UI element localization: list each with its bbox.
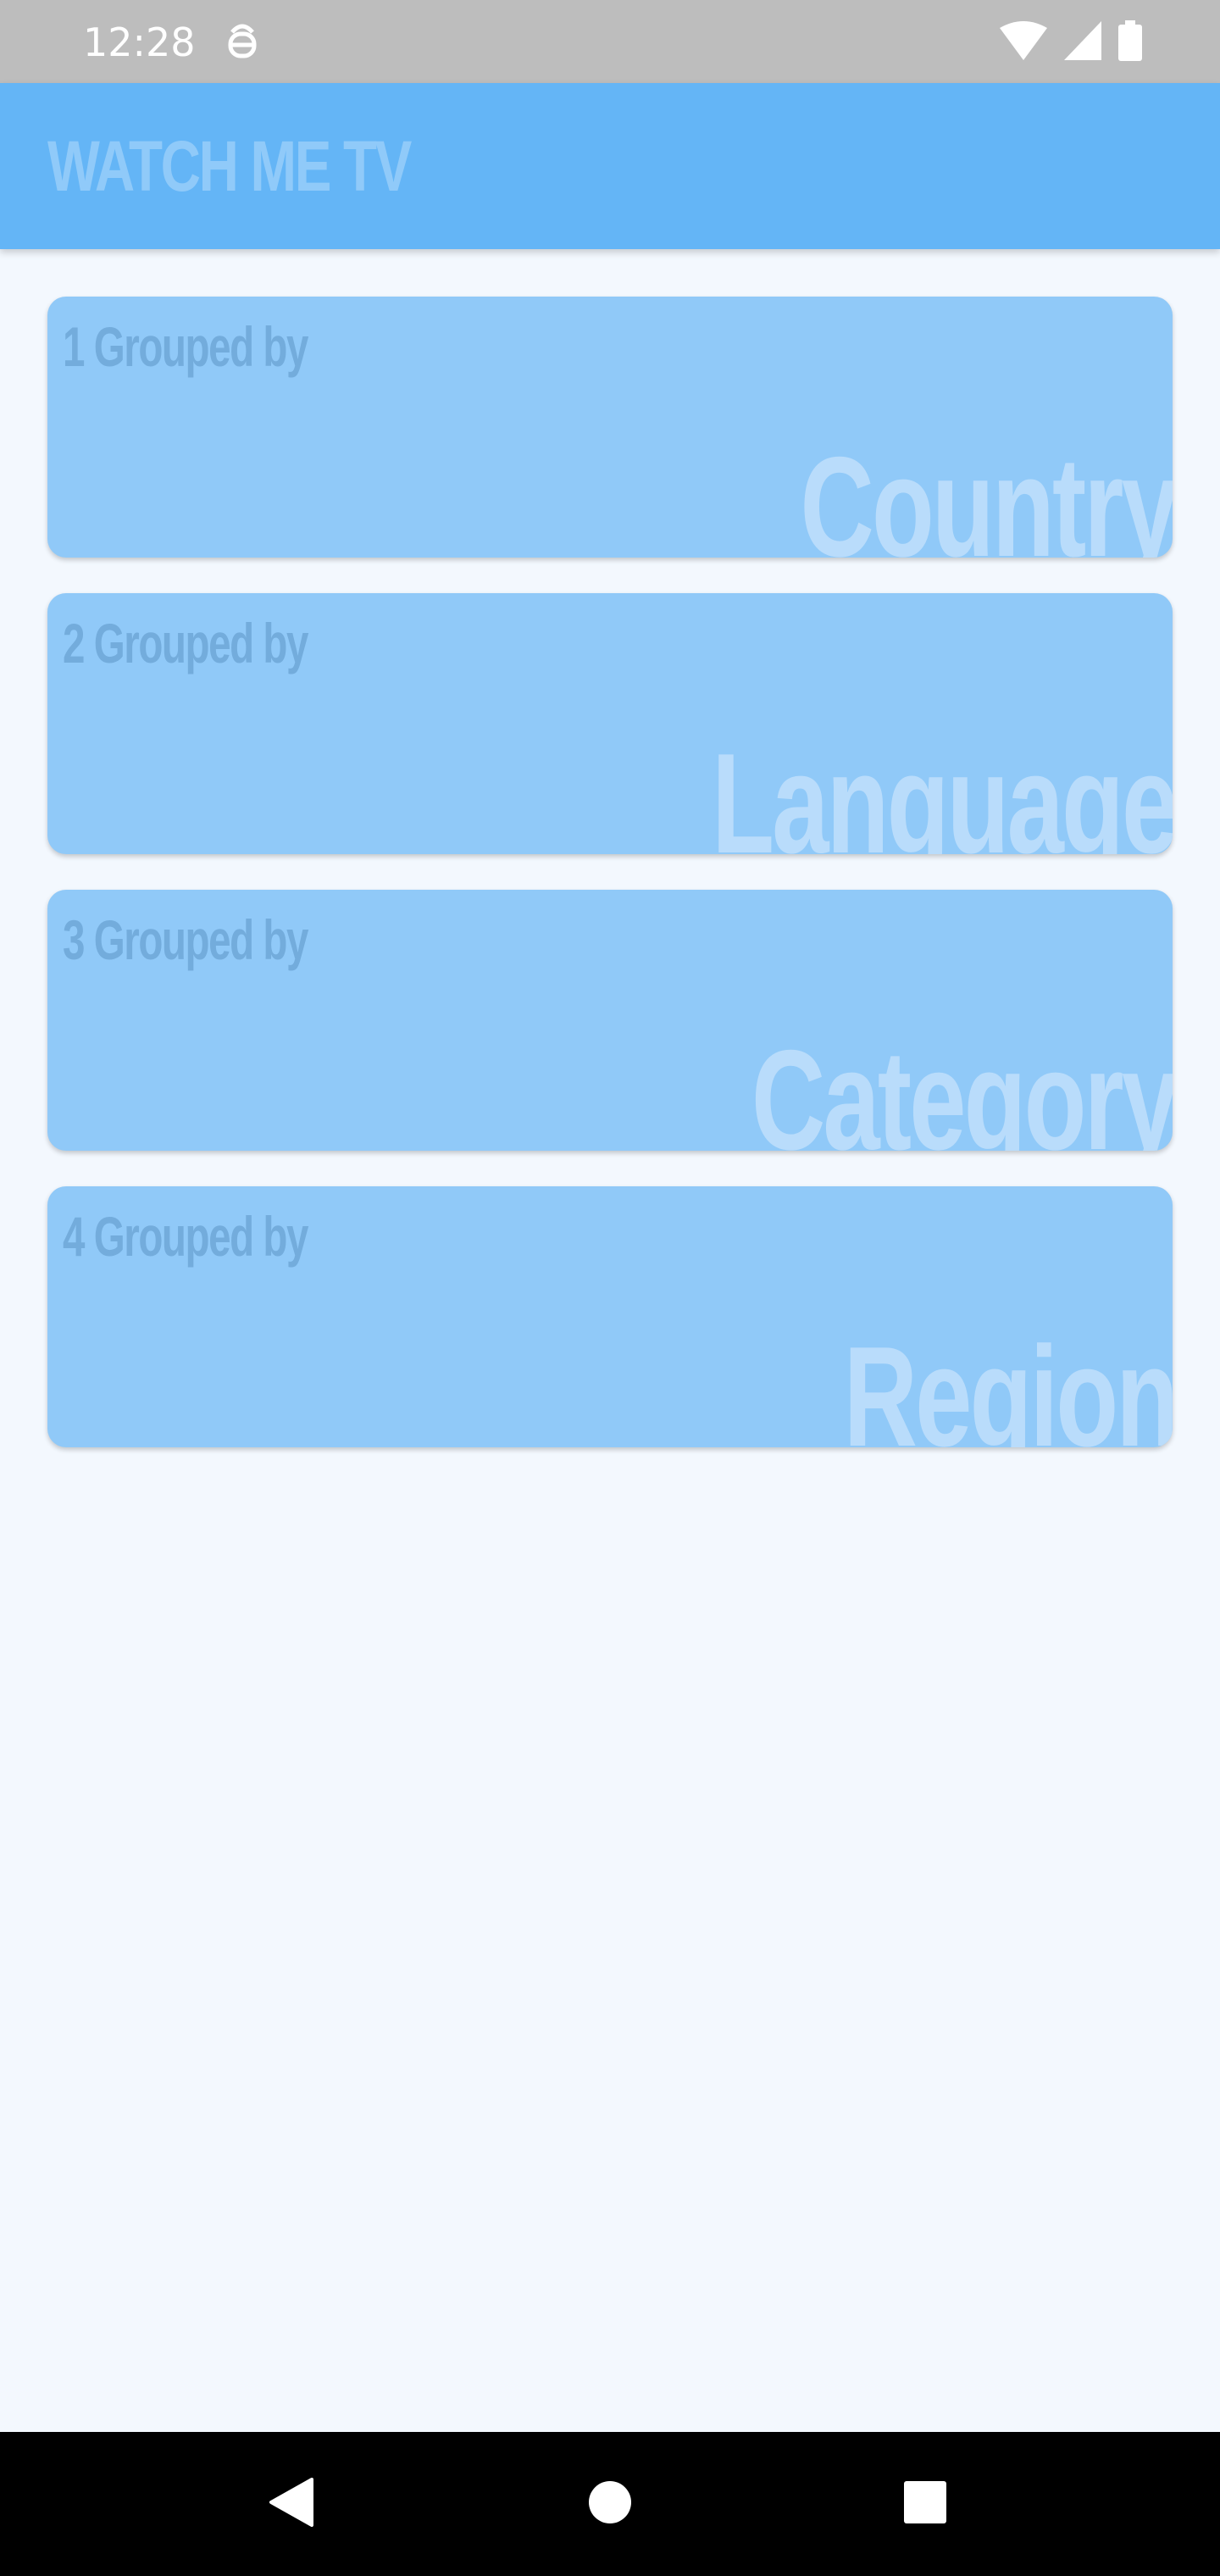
navigation-bar (0, 2432, 1220, 2576)
card-subtitle: 4 Grouped by (63, 1205, 308, 1268)
battery-icon (1118, 20, 1142, 65)
home-icon (588, 2480, 632, 2529)
group-card-category[interactable]: 3 Grouped by Category (47, 890, 1173, 1151)
notification-icon (222, 20, 263, 64)
back-button[interactable] (207, 2432, 376, 2576)
recents-button[interactable] (840, 2432, 1010, 2576)
card-label: Language (711, 724, 1173, 854)
card-label: Region (843, 1317, 1173, 1447)
back-icon (268, 2476, 315, 2533)
home-button[interactable] (525, 2432, 695, 2576)
card-label: Category (751, 1020, 1173, 1151)
card-subtitle: 1 Grouped by (63, 315, 308, 378)
status-bar: 12:28 (0, 0, 1220, 83)
card-subtitle: 2 Grouped by (63, 612, 308, 675)
card-label: Country (800, 427, 1173, 558)
card-subtitle: 3 Grouped by (63, 908, 308, 971)
wifi-icon (1000, 21, 1047, 64)
group-card-country[interactable]: 1 Grouped by Country (47, 297, 1173, 558)
app-title: WATCH ME TV (47, 126, 412, 206)
group-card-language[interactable]: 2 Grouped by Language (47, 593, 1173, 854)
status-time: 12:28 (83, 19, 196, 65)
recents-icon (903, 2480, 947, 2529)
signal-icon (1064, 21, 1101, 64)
group-card-region[interactable]: 4 Grouped by Region (47, 1186, 1173, 1447)
app-bar: WATCH ME TV (0, 83, 1220, 249)
